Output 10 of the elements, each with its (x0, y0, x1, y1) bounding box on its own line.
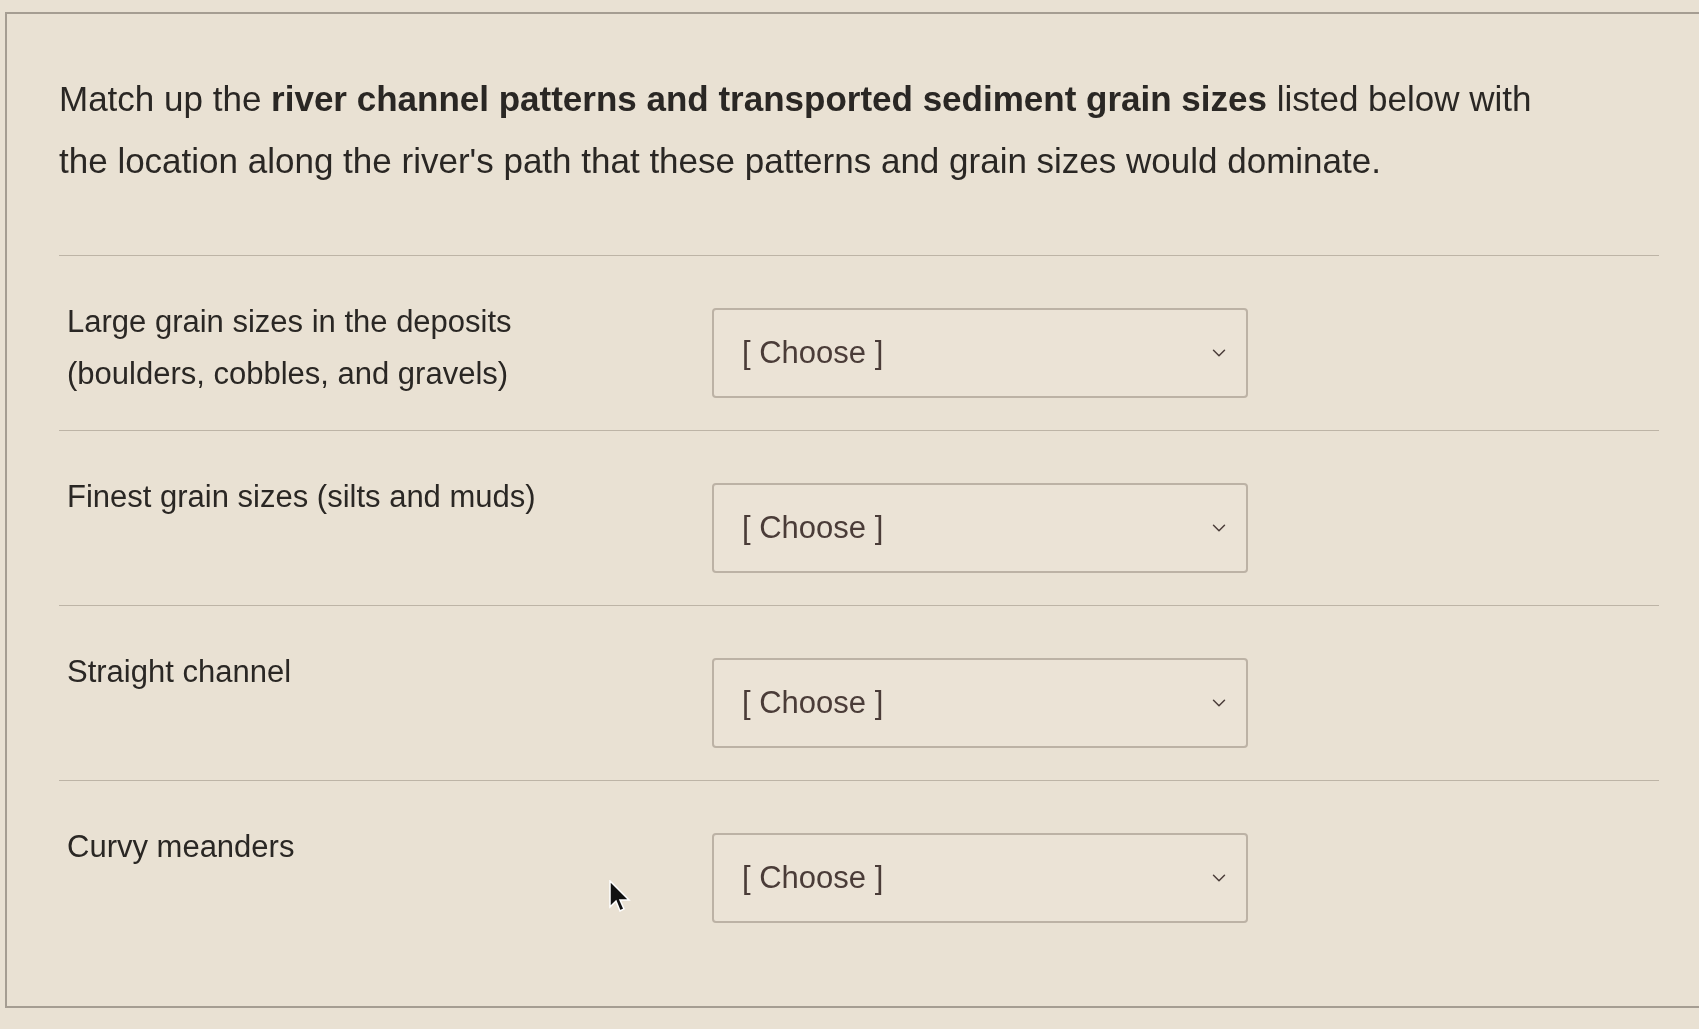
question-text: Match up the river channel patterns and transported sediment grain sizes listed below with the location along the river's path that these patterns and grain sizes would dominate. (59, 78, 1533, 182)
choose-dropdown[interactable]: [ Choose ] (712, 308, 1248, 398)
choose-dropdown[interactable]: [ Choose ] (712, 658, 1248, 748)
mouse-pointer-icon (609, 880, 631, 913)
match-label: Curvy meanders (67, 828, 296, 866)
choose-dropdown[interactable]: [ Choose ] (712, 833, 1248, 923)
match-label: Large grain sizes in the deposits (boulders, cobbles, and gravels) (67, 303, 513, 393)
choose-dropdown[interactable]: [ Choose ] (712, 483, 1248, 573)
match-label: Straight channel (67, 653, 293, 691)
match-label: Finest grain sizes (silts and muds) (67, 478, 537, 516)
